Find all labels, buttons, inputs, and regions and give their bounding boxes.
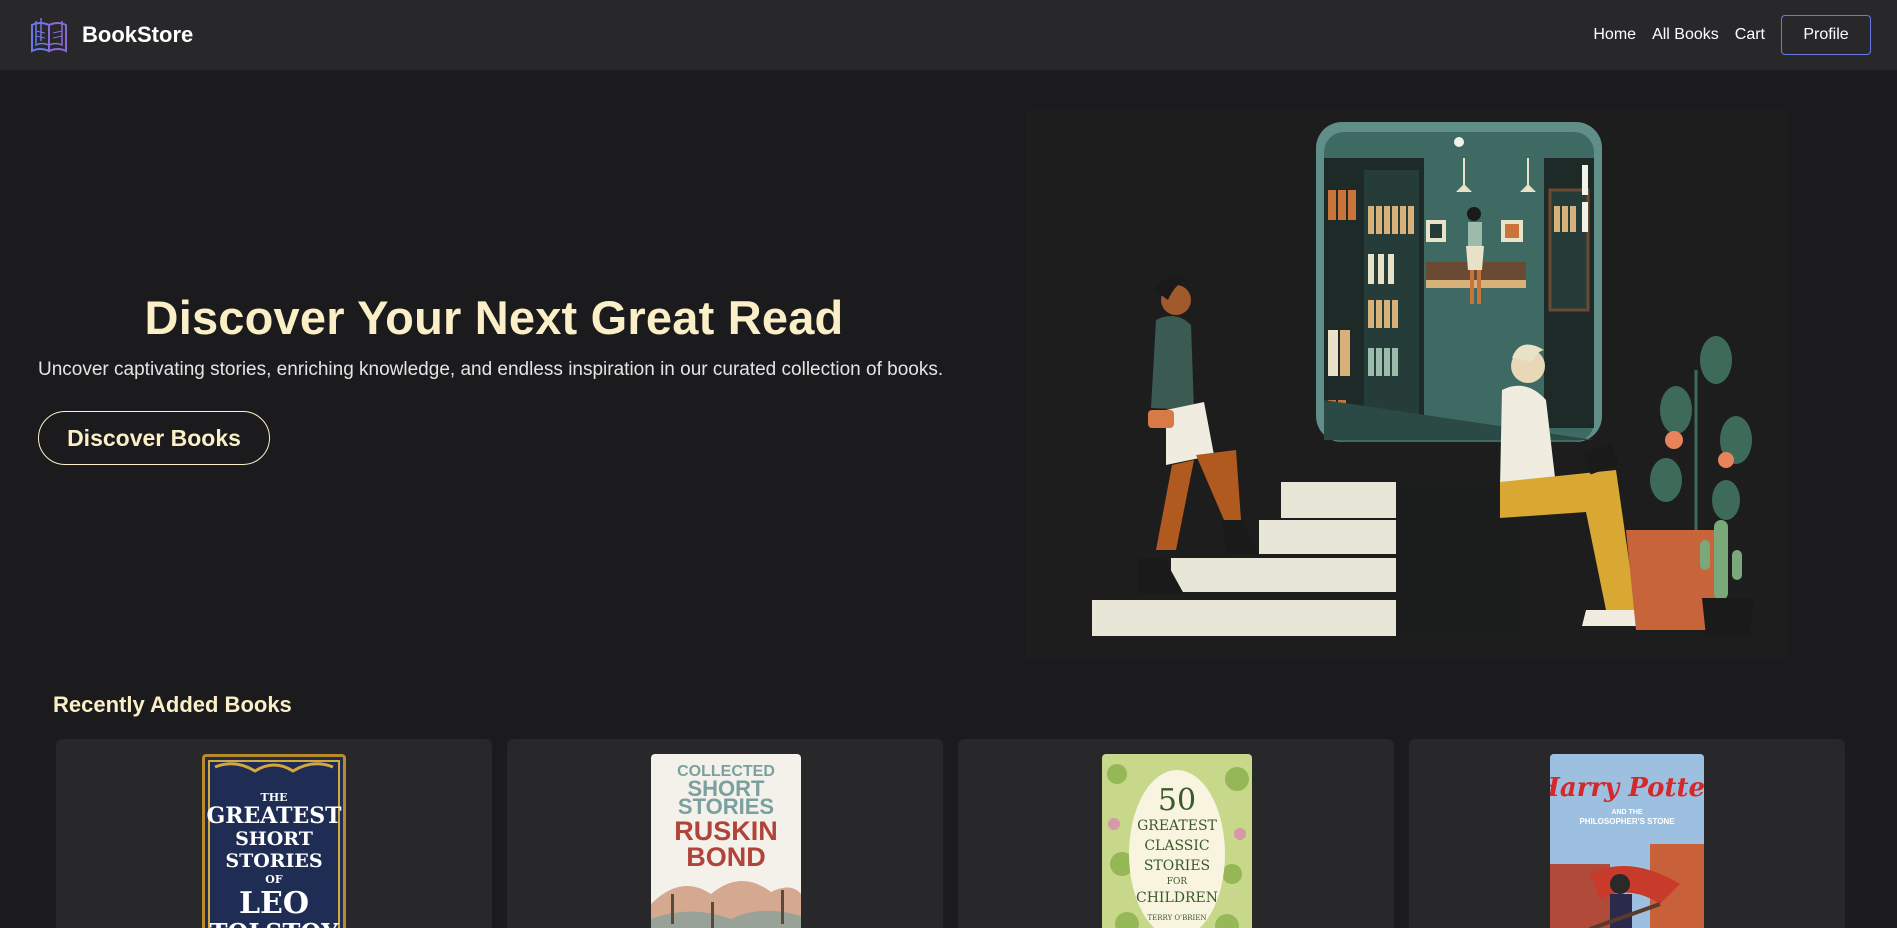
hero-title: Discover Your Next Great Read <box>144 291 844 344</box>
book-cover-art: COLLECTED SHORT STORIES RUSKIN BOND <box>651 763 801 928</box>
cover-text: TERRY O'BRIEN <box>1147 914 1206 922</box>
book-cover-image: 50 GREATEST CLASSIC STORIES FOR CHILDREN… <box>1102 754 1252 928</box>
hero-section: Discover Your Next Great Read Uncover ca… <box>38 290 950 465</box>
brand-name: BookStore <box>82 22 194 47</box>
navbar: BookStore Home All Books Cart Profile <box>0 0 1897 70</box>
book-cover-art: Harry Potter AND THE PHILOSOPHER'S STONE <box>1550 754 1704 928</box>
cover-text: 50 <box>1158 783 1196 818</box>
book-cover-art: THE GREATEST SHORT STORIES OF LEO TOLSTO… <box>206 760 342 928</box>
recently-added-heading: Recently Added Books <box>53 692 292 717</box>
cover-text: BOND <box>686 842 766 872</box>
book-cover-image: COLLECTED SHORT STORIES RUSKIN BOND <box>651 754 801 928</box>
cover-text: GREATEST <box>206 803 342 829</box>
book-card[interactable]: THE GREATEST SHORT STORIES OF LEO TOLSTO… <box>56 739 492 928</box>
book-cover-image: THE GREATEST SHORT STORIES OF LEO TOLSTO… <box>202 754 346 928</box>
book-card[interactable]: COLLECTED SHORT STORIES RUSKIN BOND <box>507 739 943 928</box>
nav-links: Home All Books Cart Profile <box>1577 15 1871 55</box>
hero-subtitle: Uncover captivating stories, enriching k… <box>38 359 944 380</box>
nav-cart-link[interactable]: Cart <box>1735 26 1765 44</box>
cover-text: GREATEST <box>1137 818 1217 834</box>
nav-all-books-link[interactable]: All Books <box>1652 26 1719 44</box>
cover-text: FOR <box>1167 877 1188 887</box>
profile-button[interactable]: Profile <box>1781 15 1871 55</box>
nav-home-link[interactable]: Home <box>1593 26 1636 44</box>
open-book-icon <box>31 18 67 53</box>
recent-books-list: THE GREATEST SHORT STORIES OF LEO TOLSTO… <box>56 739 1846 928</box>
cover-text: CHILDREN <box>1136 890 1218 906</box>
cover-text: STORIES <box>1144 858 1210 874</box>
book-card[interactable]: 50 GREATEST CLASSIC STORIES FOR CHILDREN… <box>958 739 1394 928</box>
cover-text: TOLSTOY <box>210 918 340 928</box>
book-card[interactable]: Harry Potter AND THE PHILOSOPHER'S STONE <box>1409 739 1845 928</box>
bookstore-illustration-image <box>1092 122 1754 636</box>
cover-text: CLASSIC <box>1144 838 1209 854</box>
hero-illustration <box>1026 110 1788 660</box>
cover-text: PHILOSOPHER'S STONE <box>1579 817 1675 826</box>
cover-text: AND THE <box>1611 809 1642 816</box>
cover-text: LEO <box>239 886 309 921</box>
discover-books-button[interactable]: Discover Books <box>38 411 270 465</box>
book-cover-image: Harry Potter AND THE PHILOSOPHER'S STONE <box>1550 754 1704 928</box>
cover-text: Harry Potter <box>1550 773 1704 803</box>
cover-text: OF <box>265 873 283 886</box>
cover-text: STORIES <box>225 850 322 872</box>
brand[interactable]: BookStore <box>28 15 193 55</box>
book-cover-art: 50 GREATEST CLASSIC STORIES FOR CHILDREN… <box>1107 764 1249 928</box>
cover-text: SHORT <box>235 828 313 850</box>
